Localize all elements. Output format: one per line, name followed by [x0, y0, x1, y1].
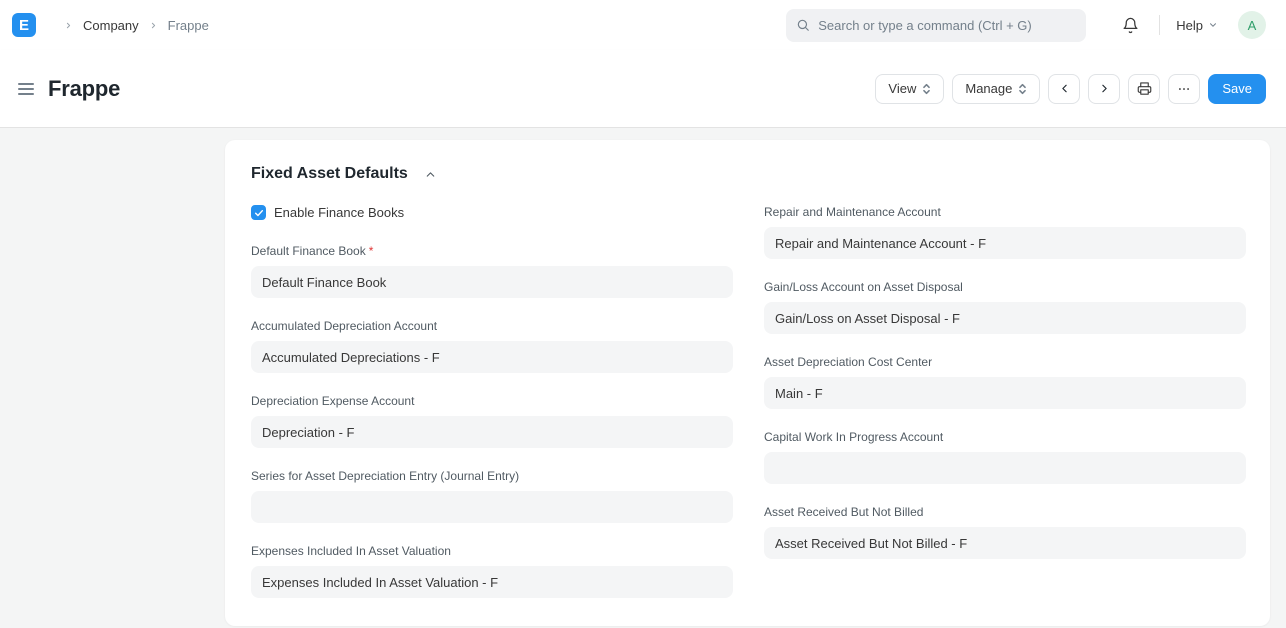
accumulated-depreciation-account-input[interactable]: [251, 341, 733, 373]
manage-button[interactable]: Manage: [952, 74, 1040, 104]
field-label: Capital Work In Progress Account: [764, 430, 1246, 444]
field-label: Asset Received But Not Billed: [764, 505, 1246, 519]
field-gain-loss-asset-disposal: Gain/Loss Account on Asset Disposal: [764, 280, 1246, 334]
right-column: Repair and Maintenance Account Gain/Loss…: [764, 205, 1246, 598]
notifications-button[interactable]: [1118, 13, 1143, 38]
chevron-right-icon: [149, 21, 158, 30]
save-button[interactable]: Save: [1208, 74, 1266, 104]
ellipsis-icon: [1177, 82, 1191, 96]
printer-icon: [1137, 81, 1152, 96]
select-arrows-icon: [1018, 83, 1027, 95]
field-repair-maintenance-account: Repair and Maintenance Account: [764, 205, 1246, 259]
field-label: Repair and Maintenance Account: [764, 205, 1246, 219]
checkbox-box: [251, 205, 266, 220]
view-button[interactable]: View: [875, 74, 944, 104]
next-document-button[interactable]: [1088, 74, 1120, 104]
enable-finance-books-checkbox[interactable]: Enable Finance Books: [251, 205, 733, 220]
default-finance-book-input[interactable]: [251, 266, 733, 298]
form-section-card: Fixed Asset Defaults Enable Finance Book…: [225, 140, 1270, 626]
field-default-finance-book: Default Finance Book*: [251, 244, 733, 298]
navbar-divider: [1159, 15, 1160, 35]
search-icon: [796, 18, 810, 32]
page-title: Frappe: [48, 76, 120, 102]
field-asset-depreciation-cost-center: Asset Depreciation Cost Center: [764, 355, 1246, 409]
left-column: Enable Finance Books Default Finance Boo…: [251, 205, 733, 598]
field-expenses-included-asset-valuation: Expenses Included In Asset Valuation: [251, 544, 733, 598]
app-logo-letter: E: [19, 17, 29, 34]
field-label: Accumulated Depreciation Account: [251, 319, 733, 333]
user-avatar[interactable]: A: [1238, 11, 1266, 39]
repair-maintenance-account-input[interactable]: [764, 227, 1246, 259]
help-label: Help: [1176, 18, 1203, 33]
field-label: Asset Depreciation Cost Center: [764, 355, 1246, 369]
field-label: Series for Asset Depreciation Entry (Jou…: [251, 469, 733, 483]
capital-work-in-progress-account-input[interactable]: [764, 452, 1246, 484]
field-series-asset-depreciation-entry: Series for Asset Depreciation Entry (Jou…: [251, 469, 733, 523]
field-capital-work-in-progress-account: Capital Work In Progress Account: [764, 430, 1246, 484]
depreciation-expense-account-input[interactable]: [251, 416, 733, 448]
field-label: Gain/Loss Account on Asset Disposal: [764, 280, 1246, 294]
sidebar-toggle-button[interactable]: [12, 77, 40, 101]
help-menu[interactable]: Help: [1176, 18, 1218, 33]
bell-icon: [1122, 17, 1139, 34]
asset-received-not-billed-input[interactable]: [764, 527, 1246, 559]
expenses-included-asset-valuation-input[interactable]: [251, 566, 733, 598]
app-logo[interactable]: E: [12, 13, 36, 37]
field-asset-received-not-billed: Asset Received But Not Billed: [764, 505, 1246, 559]
chevron-up-icon: [424, 168, 437, 181]
asset-depreciation-cost-center-input[interactable]: [764, 377, 1246, 409]
form-body: Fixed Asset Defaults Enable Finance Book…: [0, 128, 1286, 628]
chevron-right-icon: [64, 21, 73, 30]
series-asset-depreciation-entry-input[interactable]: [251, 491, 733, 523]
field-label: Expenses Included In Asset Valuation: [251, 544, 733, 558]
checkbox-label: Enable Finance Books: [274, 205, 404, 220]
section-collapse-button[interactable]: [422, 166, 439, 183]
gain-loss-asset-disposal-input[interactable]: [764, 302, 1246, 334]
more-options-button[interactable]: [1168, 74, 1200, 104]
search-input[interactable]: [818, 18, 1076, 33]
field-label: Depreciation Expense Account: [251, 394, 733, 408]
print-button[interactable]: [1128, 74, 1160, 104]
global-search[interactable]: [786, 9, 1086, 42]
section-title: Fixed Asset Defaults: [251, 165, 408, 183]
page-head: Frappe View Manage Save: [0, 50, 1286, 128]
field-accumulated-depreciation-account: Accumulated Depreciation Account: [251, 319, 733, 373]
breadcrumb-item-company[interactable]: Company: [83, 18, 139, 33]
avatar-initial: A: [1248, 18, 1257, 33]
required-marker: *: [369, 244, 374, 258]
field-depreciation-expense-account: Depreciation Expense Account: [251, 394, 733, 448]
check-icon: [254, 208, 264, 218]
top-navbar: E Company Frappe Help A: [0, 0, 1286, 50]
chevron-right-icon: [1098, 82, 1111, 95]
breadcrumb-item-frappe[interactable]: Frappe: [168, 18, 209, 33]
breadcrumb: Company Frappe: [54, 18, 209, 33]
prev-document-button[interactable]: [1048, 74, 1080, 104]
hamburger-icon: [18, 83, 34, 85]
field-label: Default Finance Book*: [251, 244, 733, 258]
select-arrows-icon: [922, 83, 931, 95]
chevron-left-icon: [1058, 82, 1071, 95]
chevron-down-icon: [1208, 20, 1218, 30]
